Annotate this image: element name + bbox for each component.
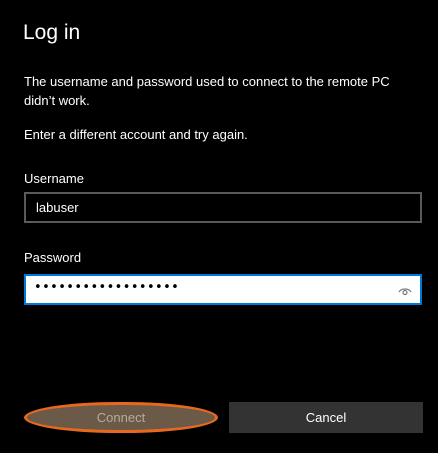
login-dialog: Log in The username and password used to… <box>0 0 438 453</box>
username-field[interactable]: labuser <box>24 192 422 223</box>
cancel-button[interactable]: Cancel <box>229 402 423 433</box>
password-value: •••••••••••••••••• <box>34 280 180 295</box>
error-message: The username and password used to connec… <box>24 74 390 108</box>
connect-button[interactable]: Connect <box>24 402 218 433</box>
password-field[interactable]: •••••••••••••••••• <box>24 274 422 305</box>
dialog-title: Log in <box>23 21 81 44</box>
eye-icon[interactable] <box>398 284 412 296</box>
retry-hint: Enter a different account and try again. <box>24 127 248 142</box>
username-label: Username <box>24 171 84 186</box>
password-label: Password <box>24 250 82 265</box>
username-value: labuser <box>36 200 79 215</box>
